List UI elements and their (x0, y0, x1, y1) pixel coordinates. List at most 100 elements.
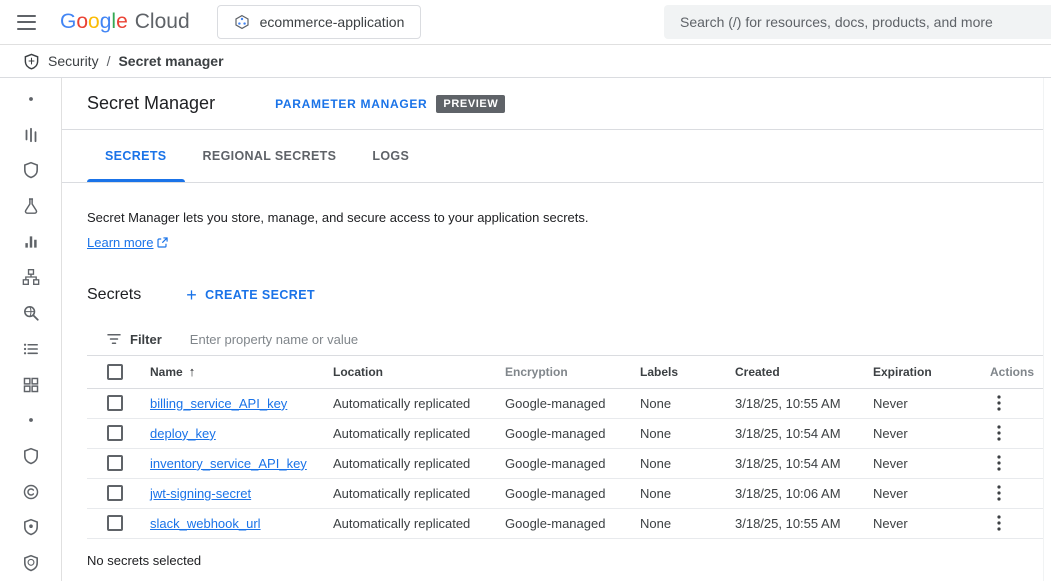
create-secret-button[interactable]: + CREATE SECRET (186, 286, 315, 304)
security-shield-icon (22, 447, 40, 465)
expiration-cell: Never (873, 516, 985, 531)
location-cell: Automatically replicated (333, 396, 505, 411)
labels-cell: None (640, 426, 735, 441)
encryption-cell: Google-managed (505, 486, 640, 501)
vertical-dots-icon (997, 455, 1001, 471)
expiration-cell: Never (873, 456, 985, 471)
sidebar-item-access-approval[interactable] (7, 510, 55, 546)
filter-input[interactable] (190, 332, 1043, 347)
scrollbar[interactable] (1043, 78, 1051, 581)
column-header-encryption: Encryption (505, 365, 640, 379)
column-header-expiration[interactable]: Expiration (873, 365, 985, 379)
secret-name-link[interactable]: jwt-signing-secret (150, 486, 251, 501)
labels-cell: None (640, 516, 735, 531)
row-actions-button[interactable] (987, 481, 1011, 505)
compliance-icon (22, 483, 40, 501)
location-cell: Automatically replicated (333, 456, 505, 471)
created-cell: 3/18/25, 10:55 AM (735, 516, 873, 531)
filter-icon (107, 332, 121, 346)
sidebar-item-compliance[interactable] (7, 474, 55, 510)
sidebar-item-risk-manager[interactable] (7, 188, 55, 224)
top-bar: Google Cloud ecommerce-application (0, 0, 1051, 45)
google-cloud-logo[interactable]: Google Cloud (60, 10, 190, 34)
sidebar-item-security-shield[interactable] (7, 438, 55, 474)
row-actions-button[interactable] (987, 511, 1011, 535)
column-header-name[interactable]: Name ↑ (150, 364, 333, 379)
tab-label: SECRETS (105, 149, 167, 163)
search-bar (664, 5, 1051, 39)
breadcrumb-separator: / (107, 53, 111, 69)
tab-label: LOGS (372, 149, 409, 163)
learn-more-link[interactable]: Learn more (87, 235, 168, 250)
row-checkbox[interactable] (107, 485, 123, 501)
preview-badge: PREVIEW (436, 95, 505, 113)
sidebar-item-apps-grid[interactable] (7, 367, 55, 403)
column-header-created[interactable]: Created (735, 365, 873, 379)
breadcrumb-page: Secret manager (118, 53, 223, 69)
sidebar-item-secret-manager[interactable] (7, 545, 55, 581)
expiration-cell: Never (873, 396, 985, 411)
sidebar-item-overview[interactable] (7, 81, 55, 117)
row-checkbox[interactable] (107, 455, 123, 471)
select-all-checkbox[interactable] (107, 364, 123, 380)
breadcrumb-security[interactable]: Security (48, 53, 99, 69)
secret-manager-icon (22, 554, 40, 572)
cloud-wordmark: Cloud (135, 10, 190, 34)
secret-name-link[interactable]: slack_webhook_url (150, 516, 261, 531)
secret-name-link[interactable]: billing_service_API_key (150, 396, 287, 411)
column-header-actions: Actions (985, 365, 1043, 379)
encryption-cell: Google-managed (505, 426, 640, 441)
parameter-manager-link[interactable]: PARAMETER MANAGER (275, 97, 427, 111)
column-header-location[interactable]: Location (333, 365, 505, 379)
created-cell: 3/18/25, 10:54 AM (735, 456, 873, 471)
selection-status: No secrets selected (87, 553, 1043, 568)
sidebar-item-more[interactable] (7, 402, 55, 438)
sidebar-item-risk-dashboard[interactable] (7, 117, 55, 153)
menu-icon[interactable] (17, 15, 36, 30)
row-checkbox[interactable] (107, 425, 123, 441)
created-cell: 3/18/25, 10:06 AM (735, 486, 873, 501)
table-row: slack_webhook_url Automatically replicat… (87, 509, 1043, 539)
asset-hierarchy-icon (22, 268, 40, 286)
sidebar-item-asset-hierarchy[interactable] (7, 260, 55, 296)
sort-ascending-icon: ↑ (189, 364, 196, 379)
secrets-heading: Secrets (87, 286, 141, 304)
search-input[interactable] (664, 14, 1051, 30)
labels-cell: None (640, 396, 735, 411)
sidebar-item-threat-detection[interactable] (7, 152, 55, 188)
secrets-section-header: Secrets + CREATE SECRET (87, 286, 1043, 304)
table-row: inventory_service_API_key Automatically … (87, 449, 1043, 479)
filter-bar: Filter (87, 324, 1043, 356)
row-actions-button[interactable] (987, 391, 1011, 415)
row-actions-button[interactable] (987, 421, 1011, 445)
project-name: ecommerce-application (260, 14, 405, 30)
row-actions-button[interactable] (987, 451, 1011, 475)
findings-list-icon (22, 340, 40, 358)
row-checkbox[interactable] (107, 515, 123, 531)
tab-logs[interactable]: LOGS (354, 130, 427, 182)
encryption-cell: Google-managed (505, 516, 640, 531)
secret-name-link[interactable]: inventory_service_API_key (150, 456, 307, 471)
sidebar-item-web-security-scanner[interactable] (7, 295, 55, 331)
secret-name-link[interactable]: deploy_key (150, 426, 216, 441)
sidebar-item-chart-columns[interactable] (7, 224, 55, 260)
created-cell: 3/18/25, 10:55 AM (735, 396, 873, 411)
add-icon: + (186, 286, 197, 304)
table-row: deploy_key Automatically replicated Goog… (87, 419, 1043, 449)
description-block: Secret Manager lets you store, manage, a… (87, 209, 1018, 252)
tab-secrets[interactable]: SECRETS (87, 130, 185, 182)
page-title: Secret Manager (87, 93, 215, 114)
web-security-scanner-icon (22, 304, 40, 322)
vertical-dots-icon (997, 515, 1001, 531)
encryption-cell: Google-managed (505, 456, 640, 471)
external-link-icon (157, 237, 168, 248)
tab-regional-secrets[interactable]: REGIONAL SECRETS (185, 130, 355, 182)
chart-columns-icon (22, 233, 40, 251)
page-header: Secret Manager PARAMETER MANAGER PREVIEW (62, 78, 1043, 130)
column-header-labels[interactable]: Labels (640, 365, 735, 379)
secrets-table: Filter Name ↑ Location Encryption Labels… (87, 324, 1043, 539)
sidebar-item-findings-list[interactable] (7, 331, 55, 367)
main-content: Secret Manager PARAMETER MANAGER PREVIEW… (62, 78, 1051, 581)
project-selector[interactable]: ecommerce-application (217, 5, 422, 39)
row-checkbox[interactable] (107, 395, 123, 411)
